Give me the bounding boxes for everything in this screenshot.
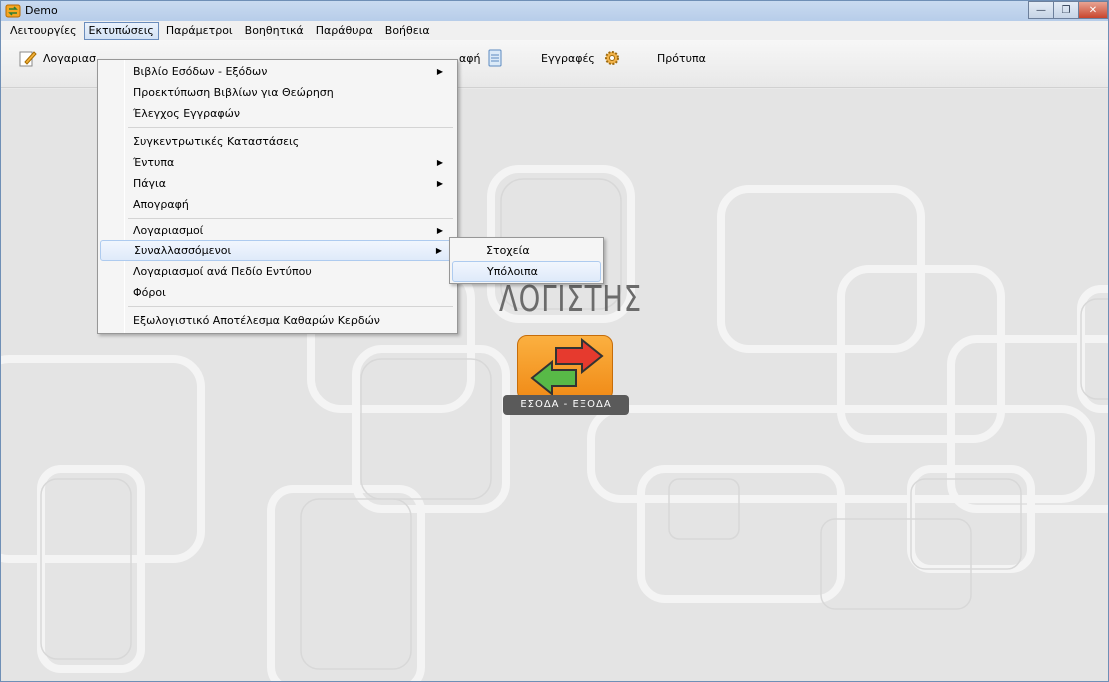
menu-item-check-entries[interactable]: Έλεγχος Εγγραφών [100,103,455,124]
submenu-item-details[interactable]: Στοχεία [452,240,601,261]
menu-item-accounts[interactable]: Λογαριασμοί ▶ [100,220,455,241]
menu-item-taxes[interactable]: Φόροι [100,282,455,303]
submenu-arrow-icon: ▶ [436,226,443,235]
menu-item-preprint-books[interactable]: Προεκτύπωση Βιβλίων για Θεώρηση [100,82,455,103]
logo-badge: ΕΣΟΔΑ - ΕΞΟΔΑ [503,335,629,417]
menu-item-label: Εξωλογιστικό Αποτέλεσμα Καθαρών Κερδών [133,314,380,327]
menu-item-label: Συναλλασσόμενοι [134,244,232,257]
window-title: Demo [25,4,58,17]
menu-item-label: Βιβλίο Εσόδων - Εξόδων [133,65,268,78]
restore-icon: ❐ [1061,4,1071,16]
printouts-dropdown: Βιβλίο Εσόδων - Εξόδων ▶ Προεκτύπωση Βιβ… [97,59,458,334]
entries-button[interactable]: Εγγραφές [541,46,627,70]
app-window: Demo — ❐ ✕ Λειτουργίες Εκτυπώσεις Παράμε… [0,0,1109,682]
menu-item-accounts-per-field[interactable]: Λογαριασμοί ανά Πεδίο Εντύπου [100,261,455,282]
logo-caption: ΕΣΟΔΑ - ΕΞΟΔΑ [503,395,629,415]
entry-label: αφή [459,51,481,65]
menu-parameters[interactable]: Παράμετροι [161,22,238,40]
menu-separator [128,218,453,219]
app-logo-icon [5,4,21,18]
menu-operations[interactable]: Λειτουργίες [5,22,82,40]
menu-item-fixed-assets[interactable]: Πάγια ▶ [100,173,455,194]
menu-separator [128,306,453,307]
menu-item-label: Απογραφή [133,198,189,211]
submenu-item-label: Στοχεία [486,244,530,257]
menu-item-label: Λογαριασμοί ανά Πεδίο Εντύπου [133,265,312,278]
close-icon: ✕ [1088,4,1098,16]
menu-item-forms[interactable]: Έντυπα ▶ [100,152,455,173]
title-bar: Demo — ❐ ✕ [1,1,1108,21]
window-controls: — ❐ ✕ [1028,1,1108,19]
menu-help[interactable]: Βοήθεια [380,22,435,40]
entries-label: Εγγραφές [541,51,595,65]
menu-item-counterparties[interactable]: Συναλλασσόμενοι ▶ [100,240,455,261]
menu-separator [128,127,453,128]
submenu-arrow-icon: ▶ [435,246,442,255]
menu-item-inventory[interactable]: Απογραφή [100,194,455,215]
minimize-icon: — [1036,4,1046,16]
exchange-arrows-icon [530,337,604,397]
templates-button[interactable]: Πρότυπα [657,46,706,70]
menu-item-label: Έλεγχος Εγγραφών [133,107,241,120]
submenu-arrow-icon: ▶ [436,67,443,76]
edit-pencil-icon [19,51,37,67]
minimize-button[interactable]: — [1028,1,1054,19]
menu-item-label: Προεκτύπωση Βιβλίων για Θεώρηση [133,86,334,99]
document-icon [488,49,502,67]
menu-item-label: Έντυπα [133,156,175,169]
maximize-button[interactable]: ❐ [1053,1,1079,19]
menu-item-label: Συγκεντρωτικές Καταστάσεις [133,135,300,148]
submenu-item-balances[interactable]: Υπόλοιπα [452,261,601,282]
menu-item-label: Λογαριασμοί [133,224,204,237]
submenu-arrow-icon: ▶ [436,158,443,167]
logo-wordmark: ΛΟΓΙΣΤΗΣ [499,279,643,320]
submenu-item-label: Υπόλοιπα [487,265,538,278]
menu-item-label: Φόροι [133,286,166,299]
submenu-arrow-icon: ▶ [436,179,443,188]
menu-windows[interactable]: Παράθυρα [311,22,378,40]
menu-item-summary-statements[interactable]: Συγκεντρωτικές Καταστάσεις [100,131,455,152]
menu-item-off-book-result[interactable]: Εξωλογιστικό Αποτέλεσμα Καθαρών Κερδών [100,310,455,331]
menu-printouts[interactable]: Εκτυπώσεις [83,21,159,40]
entry-button[interactable]: αφή [459,46,510,70]
menu-bar: Λειτουργίες Εκτυπώσεις Παράμετροι Βοηθητ… [1,21,1108,40]
close-button[interactable]: ✕ [1078,1,1108,19]
accounts-button[interactable]: Λογαριασ [19,46,96,70]
logo-square [517,335,613,401]
menu-utilities[interactable]: Βοηθητικά [240,22,309,40]
menu-item-income-expense-book[interactable]: Βιβλίο Εσόδων - Εξόδων ▶ [100,61,455,82]
counterparties-submenu: Στοχεία Υπόλοιπα [449,237,604,284]
templates-label: Πρότυπα [657,51,706,65]
menu-item-label: Πάγια [133,177,167,190]
settings-gear-icon [604,51,619,65]
accounts-label: Λογαριασ [43,51,96,65]
